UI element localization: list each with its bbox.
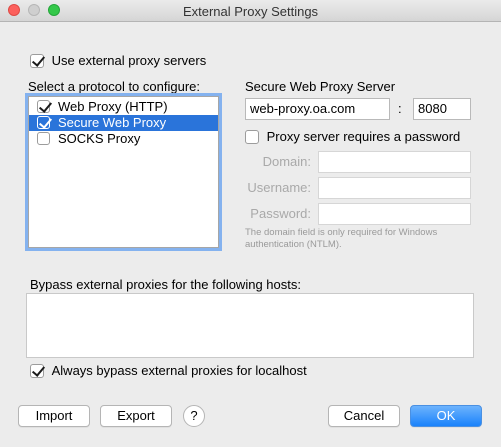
proxy-port-field[interactable]: 8080 [413,98,471,120]
username-field[interactable] [318,177,471,199]
protocol-item-label: SOCKS Proxy [58,131,141,146]
cancel-button[interactable]: Cancel [328,405,400,427]
domain-field[interactable] [318,151,471,173]
domain-label: Domain: [262,154,311,169]
title-bar: External Proxy Settings [0,0,501,22]
bypass-heading: Bypass external proxies for the followin… [30,277,301,292]
window-title: External Proxy Settings [182,4,319,19]
server-heading: Secure Web Proxy Server [245,79,396,94]
protocol-item-label: Web Proxy (HTTP) [58,99,168,114]
protocol-https-checkbox[interactable] [37,116,50,130]
requires-password-checkbox[interactable] [245,129,259,144]
ntlm-note-line-2: authentication (NTLM). [245,239,342,250]
import-button[interactable]: Import [18,405,90,427]
use-proxy-checkbox[interactable] [30,53,44,68]
requires-password-label: Proxy server requires a password [266,129,461,145]
ntlm-note-line-1: The domain field is only required for Wi… [245,227,438,238]
use-proxy-row[interactable]: Use external proxy servers [30,52,206,68]
export-button[interactable]: Export [100,405,172,427]
proxy-settings-window: External Proxy Settings Use external pro… [0,0,501,447]
password-label: Password: [250,206,311,221]
protocol-socks-checkbox[interactable] [37,132,50,146]
use-proxy-label: Use external proxy servers [51,53,207,69]
bypass-localhost-row[interactable]: Always bypass external proxies for local… [30,362,307,378]
bypass-hosts-textarea[interactable] [26,293,474,358]
protocol-item-http[interactable]: Web Proxy (HTTP) [29,99,218,115]
protocol-heading: Select a protocol to configure: [28,79,200,94]
proxy-host-field[interactable]: web-proxy.oa.com [245,98,390,120]
requires-password-row[interactable]: Proxy server requires a password [245,128,460,144]
protocol-item-https[interactable]: Secure Web Proxy (HTTPS) [29,115,218,146]
host-port-separator: : [398,101,402,116]
bypass-localhost-checkbox[interactable] [30,363,44,378]
bypass-localhost-label: Always bypass external proxies for local… [51,363,307,379]
ok-button[interactable]: OK [410,405,482,427]
username-label: Username: [247,180,311,195]
password-field[interactable] [318,203,471,225]
help-button[interactable]: ? [183,405,205,427]
ntlm-note: The domain field is only required for Wi… [245,227,437,251]
protocol-item-socks[interactable]: SOCKS Proxy [29,131,218,147]
protocol-http-checkbox[interactable] [37,100,50,114]
protocol-list[interactable]: Web Proxy (HTTP) Secure Web Proxy (HTTPS… [28,96,219,248]
